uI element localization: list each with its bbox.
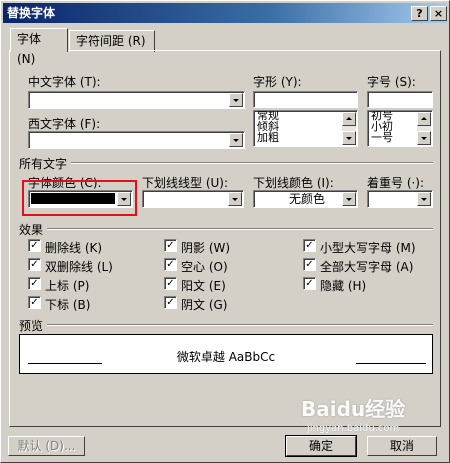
shadow-label: 阴影 (W) <box>181 241 231 255</box>
scroll-down-icon[interactable] <box>417 131 431 145</box>
tab-character-spacing[interactable]: 字符间距 (R) <box>69 30 155 52</box>
font-size-label: 字号 (S): <box>367 75 416 89</box>
font-style-input[interactable] <box>253 91 358 108</box>
title-bar: 替换字体 ? × <box>3 3 447 23</box>
tab-font[interactable]: 字体 (N) <box>10 28 68 66</box>
highlight-annotation <box>22 180 137 216</box>
preview-baseline-right <box>356 363 426 364</box>
double-strikethrough-checkbox[interactable] <box>28 258 41 271</box>
chinese-font-select[interactable] <box>28 91 245 109</box>
scroll-up-icon[interactable] <box>342 112 356 126</box>
subscript-label: 下标 (B) <box>45 298 91 312</box>
baidu-watermark-url: jingyan.baidu.com <box>307 423 400 434</box>
preview-divider <box>47 324 433 326</box>
subscript-checkbox[interactable] <box>28 296 41 309</box>
underline-style-label: 下划线线型 (U): <box>142 176 229 190</box>
default-button[interactable]: 默认 (D)... <box>8 436 85 456</box>
chevron-down-icon[interactable] <box>229 93 243 107</box>
chevron-down-icon[interactable] <box>342 192 356 206</box>
underline-style-select[interactable] <box>142 190 244 208</box>
font-size-list[interactable]: 初号 小初 一号 <box>367 110 433 147</box>
shadow-checkbox[interactable] <box>164 239 177 252</box>
outline-checkbox[interactable] <box>164 258 177 271</box>
window-title: 替换字体 <box>7 6 56 20</box>
chevron-down-icon[interactable] <box>417 192 431 206</box>
font-style-list[interactable]: 常规 倾斜 加粗 <box>253 110 358 147</box>
all-text-divider <box>71 162 433 164</box>
font-style-label: 字形 (Y): <box>253 75 302 89</box>
chevron-down-icon[interactable] <box>228 192 242 206</box>
scroll-up-icon[interactable] <box>417 112 431 126</box>
all-text-section-label: 所有文字 <box>19 157 68 171</box>
chevron-down-icon[interactable] <box>229 133 243 147</box>
strikethrough-checkbox[interactable] <box>28 239 41 252</box>
superscript-checkbox[interactable] <box>28 277 41 290</box>
font-size-scrollbar[interactable] <box>417 112 431 145</box>
small-caps-label: 小型大写字母 (M) <box>320 241 416 255</box>
hidden-checkbox[interactable] <box>303 277 316 290</box>
font-size-input[interactable] <box>367 91 433 108</box>
underline-color-value: 无颜色 <box>288 192 325 206</box>
engrave-label: 阴文 (G) <box>181 298 228 312</box>
all-caps-label: 全部大写字母 (A) <box>320 260 414 274</box>
underline-color-label: 下划线颜色 (I): <box>253 176 334 190</box>
replace-font-dialog: 替换字体 ? × 字体 (N) 字符间距 (R) 中文字体 (T): 西文字体 … <box>0 0 450 463</box>
all-caps-checkbox[interactable] <box>303 258 316 271</box>
baidu-watermark: Baidu经验 <box>301 397 406 421</box>
emboss-label: 阳文 (E) <box>181 279 226 293</box>
small-caps-checkbox[interactable] <box>303 239 316 252</box>
western-font-select[interactable] <box>28 131 245 149</box>
font-style-scrollbar[interactable] <box>342 112 356 145</box>
double-strikethrough-label: 双删除线 (L) <box>45 260 113 274</box>
preview-section-label: 预览 <box>19 319 44 333</box>
help-button[interactable]: ? <box>411 6 428 21</box>
underline-color-select[interactable]: 无颜色 <box>253 190 358 208</box>
strikethrough-label: 删除线 (K) <box>45 241 103 255</box>
hidden-label: 隐藏 (H) <box>320 279 367 293</box>
preview-box: 微软卓越 AaBbCc <box>19 334 433 374</box>
western-font-label: 西文字体 (F): <box>28 117 101 131</box>
scroll-down-icon[interactable] <box>342 131 356 145</box>
outline-label: 空心 (O) <box>181 260 228 274</box>
cancel-button[interactable]: 取消 <box>367 436 437 456</box>
chinese-font-label: 中文字体 (T): <box>28 75 101 89</box>
emphasis-mark-label: 着重号 (·): <box>367 176 425 190</box>
superscript-label: 上标 (P) <box>45 279 90 293</box>
effects-divider <box>47 228 433 230</box>
effects-section-label: 效果 <box>19 223 44 237</box>
close-button[interactable]: × <box>430 6 447 21</box>
emboss-checkbox[interactable] <box>164 277 177 290</box>
ok-button[interactable]: 确定 <box>285 435 357 457</box>
emphasis-mark-select[interactable] <box>367 190 433 208</box>
engrave-checkbox[interactable] <box>164 296 177 309</box>
